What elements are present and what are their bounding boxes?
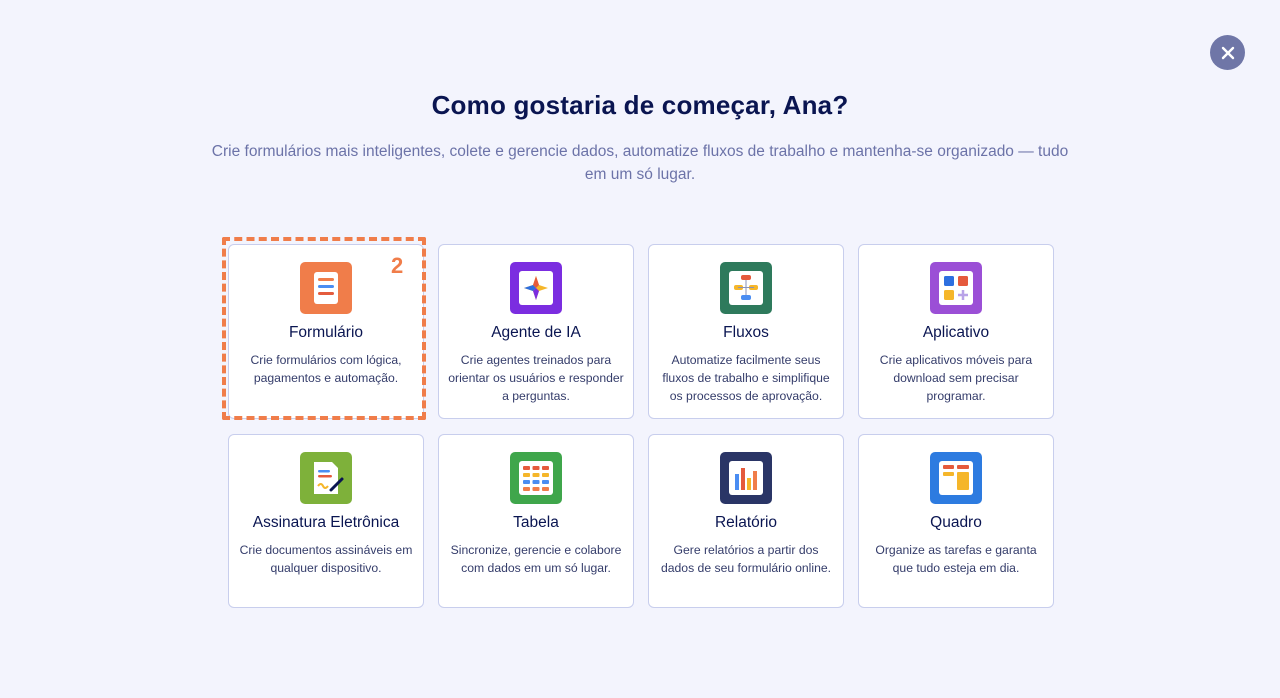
card-description: Crie formulários com lógica, pagamentos … — [250, 353, 402, 385]
card-workflow[interactable]: Fluxos Automatize facilmente seus fluxos… — [648, 244, 844, 419]
card-title: Agente de IA — [491, 324, 581, 341]
card-title: Formulário — [288, 324, 364, 341]
dialog-subtitle: Crie formulários mais inteligentes, cole… — [211, 143, 1069, 183]
card-e-signature[interactable]: Assinatura Eletrônica Crie documentos as… — [228, 434, 424, 608]
card-title: Relatório — [714, 514, 778, 531]
report-icon — [720, 452, 772, 504]
dialog-title: Como gostaria de começar, Ana? — [431, 90, 849, 120]
card-board[interactable]: Quadro Organize as tarefas e garanta que… — [858, 434, 1054, 608]
card-table[interactable]: Tabela Sincronize, gerencie e colabore c… — [438, 434, 634, 608]
start-dialog: Como gostaria de começar, Ana? Crie form… — [0, 0, 1280, 698]
close-icon — [1221, 46, 1234, 59]
card-description: Gere relatórios a partir dos dados de se… — [660, 543, 832, 575]
card-description: Sincronize, gerencie e colabore com dado… — [450, 543, 622, 575]
close-button[interactable] — [1210, 35, 1245, 70]
app-icon — [930, 262, 982, 314]
signature-icon — [300, 452, 352, 504]
card-title: Tabela — [513, 514, 559, 531]
workflow-icon — [720, 262, 772, 314]
card-app[interactable]: Aplicativo Crie aplicativos móveis para … — [858, 244, 1054, 419]
form-icon — [300, 262, 352, 314]
ai-agent-icon — [510, 262, 562, 314]
card-title: Assinatura Eletrônica — [252, 514, 400, 531]
board-icon — [930, 452, 982, 504]
product-grid: Formulário Crie formulários com lógica, … — [228, 244, 1054, 608]
card-description: Automatize facilmente seus fluxos de tra… — [662, 353, 830, 403]
card-ai-agent[interactable]: Agente de IA Crie agentes treinados para… — [438, 244, 634, 419]
card-title: Quadro — [930, 514, 982, 531]
card-title: Fluxos — [723, 324, 769, 341]
card-description: Organize as tarefas e garanta que tudo e… — [875, 543, 1037, 575]
table-icon — [510, 452, 562, 504]
card-description: Crie agentes treinados para orientar os … — [448, 353, 624, 403]
card-report[interactable]: Relatório Gere relatórios a partir dos d… — [648, 434, 844, 608]
step-marker: 2 — [391, 253, 404, 278]
card-description: Crie aplicativos móveis para download se… — [879, 353, 1033, 403]
card-title: Aplicativo — [922, 324, 990, 341]
card-description: Crie documentos assináveis em qualquer d… — [239, 543, 413, 575]
